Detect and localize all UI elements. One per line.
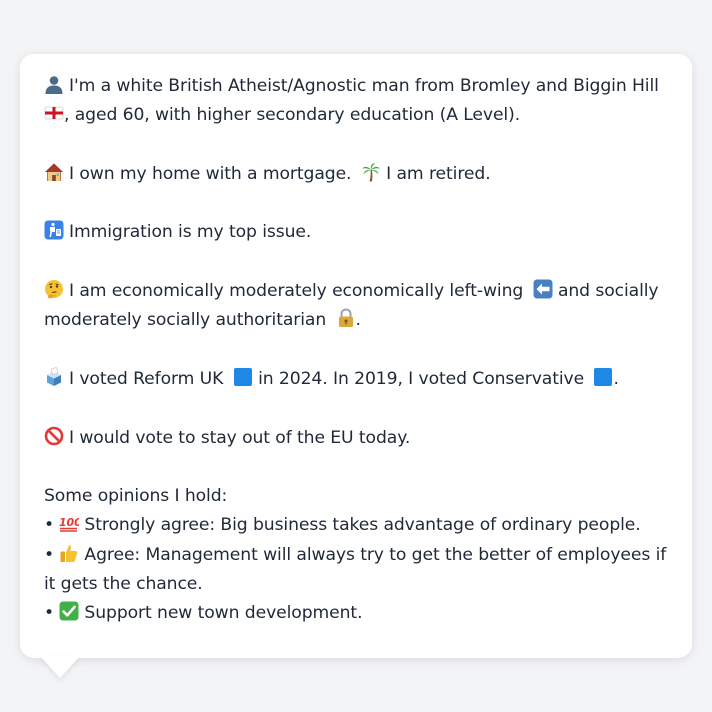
top-issue-line: Immigration is my top issue. — [44, 218, 668, 247]
house-icon — [44, 162, 64, 182]
hundred-points-icon: 100 — [59, 513, 79, 533]
bubble-tail — [40, 656, 80, 678]
home-line: I own my home with a mortgage. I am reti… — [44, 160, 668, 189]
svg-text:100: 100 — [59, 516, 79, 529]
palm-tree-icon — [361, 162, 381, 182]
persona-card: I'm a white British Atheist/Agnostic man… — [20, 54, 692, 658]
left-arrow-icon — [533, 279, 553, 299]
conservative-blue-square-icon — [593, 367, 613, 387]
england-flag-icon — [44, 103, 64, 123]
persona-text: I'm a white British Atheist/Agnostic man… — [44, 72, 668, 629]
opinions-heading: Some opinions I hold: — [44, 486, 228, 507]
prohibited-icon — [44, 426, 64, 446]
vote-line: I voted Reform UK in 2024. In 2019, I vo… — [44, 365, 668, 394]
bust-in-silhouette-icon — [44, 74, 64, 94]
ideology-line: I am economically moderately economicall… — [44, 279, 659, 331]
identity-line: I'm a white British Atheist/Agnostic man… — [44, 72, 668, 131]
opinion-item-3: • Support new town development. — [44, 601, 363, 624]
passport-control-icon — [44, 220, 64, 240]
reform-blue-square-icon — [233, 367, 253, 387]
opinion-item-2: • Agree: Management will always try to g… — [44, 543, 667, 595]
eu-line: I would vote to stay out of the EU today… — [44, 424, 668, 453]
check-mark-button-icon — [59, 601, 79, 621]
thumbs-up-icon — [59, 543, 79, 563]
opinion-item-1: • 100Strongly agree: Big business takes … — [44, 513, 641, 536]
ballot-box-icon — [44, 367, 64, 387]
thinking-face-icon — [44, 279, 64, 299]
padlock-icon — [336, 308, 356, 328]
